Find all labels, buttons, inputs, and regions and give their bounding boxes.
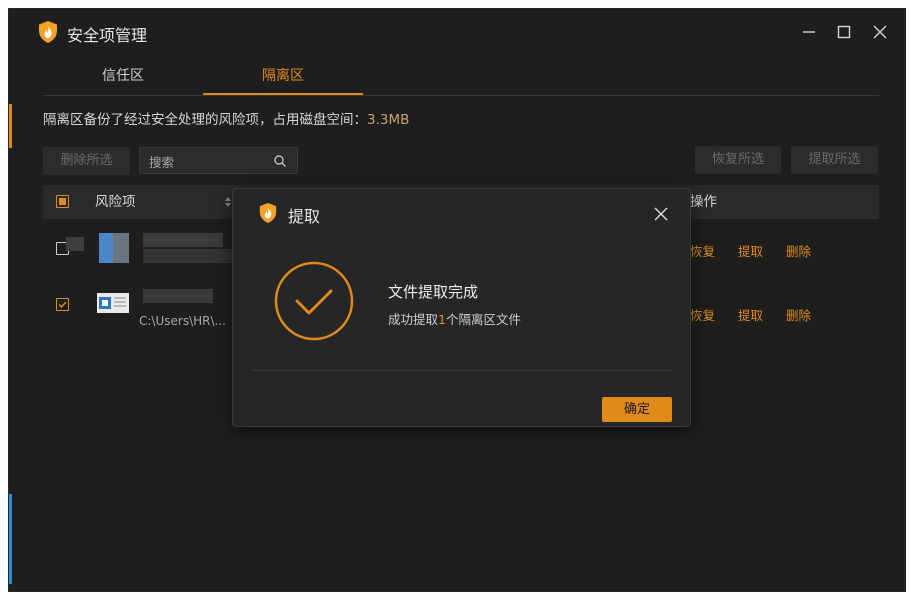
close-icon[interactable] <box>651 204 671 224</box>
message-suffix: 个隔离区文件 <box>445 312 521 327</box>
search-input[interactable]: 搜索 <box>139 147 298 174</box>
maximize-icon <box>837 25 851 39</box>
search-icon[interactable] <box>273 154 287 168</box>
document-file-icon <box>97 293 129 313</box>
close-window-button[interactable] <box>867 19 893 45</box>
blurred-area <box>66 237 84 251</box>
title-bar: 安全项管理 <box>9 9 905 55</box>
dialog-title: 提取 <box>288 207 321 226</box>
left-edge-accent <box>9 104 12 148</box>
restore-link[interactable]: 恢复 <box>690 305 715 324</box>
message-title: 文件提取完成 <box>388 283 479 301</box>
delete-link[interactable]: 删除 <box>786 305 811 324</box>
left-edge-accent-blue <box>9 494 12 584</box>
blurred-filename <box>143 233 223 247</box>
search-placeholder: 搜索 <box>149 155 175 170</box>
file-icon <box>99 233 113 263</box>
quarantine-info: 隔离区备份了经过安全处理的风险项，占用磁盘空间：3.3MB <box>43 108 409 128</box>
restore-link[interactable]: 恢复 <box>690 241 715 260</box>
maximize-button[interactable] <box>831 19 857 45</box>
extract-complete-dialog: 提取 文件提取完成 成功提取1个隔离区文件 确定 <box>232 188 691 427</box>
extract-link[interactable]: 提取 <box>738 241 763 260</box>
app-window: 安全项管理 信任区 隔离区 隔离区备份了经过安全处理的风险项，占用磁盘空间：3.… <box>8 8 906 592</box>
extract-link[interactable]: 提取 <box>738 305 763 324</box>
message-subtitle: 成功提取1个隔离区文件 <box>388 309 521 328</box>
message-prefix: 成功提取 <box>388 312 439 327</box>
delete-selected-button[interactable]: 删除所选 <box>43 147 130 175</box>
extract-selected-button[interactable]: 提取所选 <box>791 146 878 174</box>
confirm-button[interactable]: 确定 <box>602 397 672 422</box>
delete-link[interactable]: 删除 <box>786 241 811 260</box>
file-icon-blur <box>113 233 129 263</box>
col-risk-header[interactable]: 风险项 <box>95 185 136 219</box>
tab-trust-zone[interactable]: 信任区 <box>43 61 203 95</box>
tab-quarantine-zone[interactable]: 隔离区 <box>203 61 363 95</box>
col-actions-header: 操作 <box>690 194 717 210</box>
select-all-checkbox[interactable] <box>56 195 69 208</box>
check-circle-icon <box>274 261 354 341</box>
minimize-icon <box>803 31 815 33</box>
blurred-filename <box>143 289 213 303</box>
file-path: C:\Users\HR\... <box>139 314 226 328</box>
dialog-divider <box>252 370 671 371</box>
minimize-button[interactable] <box>796 19 822 45</box>
sort-icon[interactable] <box>224 196 232 208</box>
checkmark-icon <box>58 301 67 309</box>
blurred-filename-2 <box>143 249 233 263</box>
row-checkbox[interactable] <box>56 298 69 311</box>
shield-logo-icon <box>259 203 277 223</box>
disk-usage-value: 3.3MB <box>367 112 410 128</box>
info-text: 隔离区备份了经过安全处理的风险项，占用磁盘空间： <box>43 112 367 128</box>
close-icon <box>873 25 887 39</box>
shield-logo-icon <box>39 21 57 43</box>
restore-selected-button[interactable]: 恢复所选 <box>695 146 781 174</box>
extracted-count: 1 <box>438 312 446 327</box>
app-title: 安全项管理 <box>67 26 148 45</box>
tab-bar: 信任区 隔离区 <box>43 61 879 96</box>
